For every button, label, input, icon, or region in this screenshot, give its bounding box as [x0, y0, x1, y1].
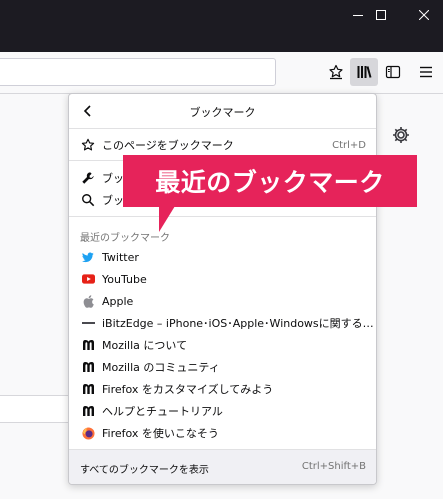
youtube-icon [80, 271, 96, 287]
bookmark-item[interactable]: Apple [69, 290, 376, 312]
recent-bookmarks-heading: 最近のブックマーク [80, 233, 170, 244]
title-bar [0, 0, 443, 52]
navigation-toolbar [0, 52, 443, 94]
close-button[interactable] [401, 0, 443, 30]
content-card [0, 395, 70, 423]
library-icon [357, 66, 372, 78]
separator [69, 216, 376, 217]
apple-icon [80, 293, 96, 309]
gear-icon[interactable] [391, 125, 411, 145]
callout-pointer [159, 206, 175, 232]
bookmark-item[interactable]: Mozilla のコミュニティ [69, 356, 376, 378]
panel-header: ブックマーク [69, 94, 376, 129]
reading-list-button[interactable] [322, 58, 350, 86]
search-icon [80, 192, 96, 208]
sidebar-button[interactable] [379, 58, 407, 86]
bookmark-item[interactable]: Firefox を使いこなそう [69, 422, 376, 444]
bookmark-item[interactable]: ヘルプとチュートリアル [69, 400, 376, 422]
mozilla-icon [80, 359, 96, 375]
wrench-icon [80, 170, 96, 186]
library-button[interactable] [350, 58, 378, 86]
mozilla-icon [80, 337, 96, 353]
callout-text: 最近のブックマーク [155, 168, 385, 197]
ibitzedge-icon [80, 315, 96, 331]
bookmark-item[interactable]: Twitter [69, 246, 376, 268]
reading-list-icon [329, 64, 343, 80]
bookmark-item[interactable]: YouTube [69, 268, 376, 290]
twitter-icon [80, 249, 96, 265]
menu-button[interactable] [412, 58, 440, 86]
bookmarks-panel: ブックマーク このページをブックマーク Ctrl+D ブック ブック 最近のブッ… [68, 93, 377, 485]
show-all-bookmarks-item[interactable]: すべてのブックマークを表示 Ctrl+Shift+B [69, 449, 376, 484]
panel-title: ブックマーク [189, 106, 256, 119]
bookmark-item[interactable]: Mozilla について [69, 334, 376, 356]
mozilla-icon [80, 381, 96, 397]
bookmark-item[interactable]: Firefox をカスタマイズしてみよう [69, 378, 376, 400]
menu-icon [420, 66, 432, 78]
close-icon [419, 10, 429, 20]
bookmark-item[interactable]: iBitzEdge – iPhone･iOS･Apple･Windowsに関する… [69, 312, 376, 334]
mozilla-icon [80, 403, 96, 419]
maximize-button[interactable] [358, 0, 404, 30]
firefox-icon [80, 425, 96, 441]
maximize-icon [376, 10, 386, 20]
url-bar[interactable] [0, 58, 276, 86]
bookmark-this-page-item[interactable]: このページをブックマーク Ctrl+D [69, 134, 376, 156]
sidebar-icon [385, 65, 401, 79]
star-icon [80, 137, 96, 153]
callout-banner: 最近のブックマーク [123, 155, 417, 207]
